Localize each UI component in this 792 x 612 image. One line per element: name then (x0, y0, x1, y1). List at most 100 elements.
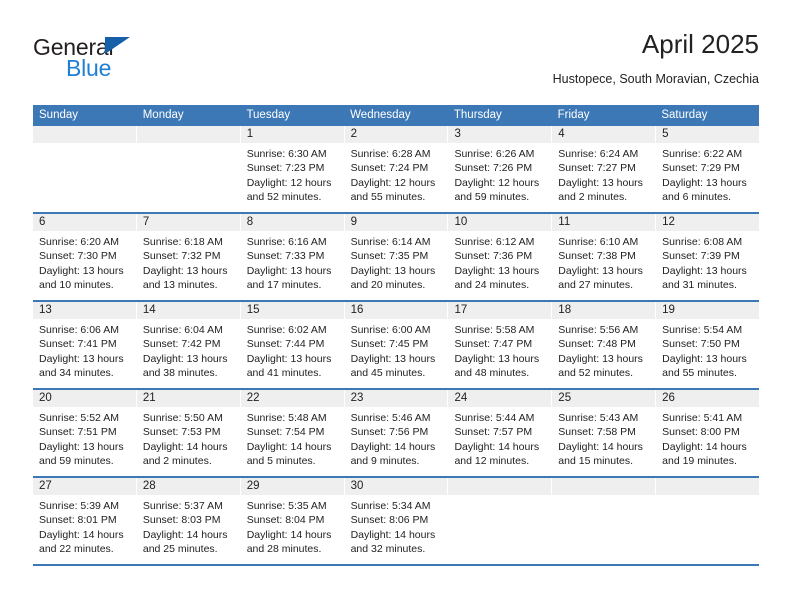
sunset-text: Sunset: 7:58 PM (558, 426, 636, 439)
sunrise-text: Sunrise: 5:41 AM (662, 412, 743, 424)
weekday-header-thursday: Thursday (453, 109, 502, 121)
calendar-day-cell[interactable]: 19 Sunrise: 5:54 AM Sunset: 7:50 PM Dayligh… (656, 302, 760, 388)
sunrise-text: Sunrise: 5:34 AM (350, 500, 431, 512)
calendar-day-cell[interactable]: 25 Sunrise: 5:43 AM Sunset: 7:58 PM Dayligh… (552, 390, 657, 476)
calendar-day-cell[interactable]: 27 Sunrise: 5:39 AM Sunset: 8:01 PM Dayligh… (33, 478, 137, 564)
sunset-text: Sunset: 8:00 PM (662, 426, 740, 439)
sunrise-text: Sunrise: 6:06 AM (39, 324, 119, 336)
calendar-day-cell[interactable]: 9 Sunrise: 6:14 AM Sunset: 7:35 PM Daylight… (344, 214, 449, 300)
daylight-text: Daylight: 14 hours and 5 minutes. (246, 440, 332, 468)
day-number: 21 (136, 390, 240, 407)
day-number: 25 (552, 390, 656, 407)
calendar-day-cell[interactable]: 16 Sunrise: 6:00 AM Sunset: 7:45 PM Dayligh… (344, 302, 449, 388)
day-sun-info: Sunrise: 5:35 AM Sunset: 8:04 PM Daylight:… (241, 495, 344, 557)
calendar-day-cell-empty (448, 478, 553, 564)
calendar-day-cell[interactable]: 22 Sunrise: 5:48 AM Sunset: 7:54 PM Dayligh… (240, 390, 345, 476)
weekday-header-sunday: Sunday (39, 109, 79, 121)
day-number: 12 (656, 214, 760, 231)
calendar-day-cell[interactable]: 29 Sunrise: 5:35 AM Sunset: 8:04 PM Dayligh… (240, 478, 345, 564)
daylight-text: Daylight: 13 hours and 20 minutes. (350, 264, 436, 292)
day-number: 20 (33, 390, 136, 407)
brand-logo[interactable]: General Blue (33, 34, 213, 86)
sunrise-text: Sunrise: 6:16 AM (246, 236, 327, 248)
day-number: 26 (656, 390, 760, 407)
daylight-text: Daylight: 13 hours and 27 minutes. (558, 264, 643, 292)
daylight-text: Daylight: 14 hours and 22 minutes. (39, 528, 124, 556)
calendar-day-cell[interactable]: 1 Sunrise: 6:30 AM Sunset: 7:23 PM Daylight… (240, 126, 345, 212)
daylight-text: Daylight: 13 hours and 48 minutes. (454, 352, 540, 380)
daylight-text: Daylight: 13 hours and 10 minutes. (39, 264, 124, 292)
day-sun-info: Sunrise: 5:34 AM Sunset: 8:06 PM Daylight:… (345, 495, 448, 557)
sunrise-text: Sunrise: 6:30 AM (246, 148, 327, 160)
day-number (136, 126, 240, 143)
page-subtitle: Hustopece, South Moravian, Czechia (552, 72, 759, 86)
day-number: 22 (240, 390, 344, 407)
calendar-day-cell[interactable]: 26 Sunrise: 5:41 AM Sunset: 8:00 PM Dayligh… (656, 390, 760, 476)
daylight-text: Daylight: 13 hours and 31 minutes. (662, 264, 747, 292)
day-number: 1 (240, 126, 344, 143)
calendar-day-cell[interactable]: 24 Sunrise: 5:44 AM Sunset: 7:57 PM Dayligh… (448, 390, 553, 476)
sunrise-text: Sunrise: 5:39 AM (39, 500, 119, 512)
sunset-text: Sunset: 7:24 PM (350, 162, 429, 175)
triangle-icon (105, 37, 130, 54)
sunrise-text: Sunrise: 5:50 AM (142, 412, 223, 424)
calendar-day-cell[interactable]: 10 Sunrise: 6:12 AM Sunset: 7:36 PM Dayligh… (448, 214, 553, 300)
calendar-day-cell[interactable]: 3 Sunrise: 6:26 AM Sunset: 7:26 PM Daylight… (448, 126, 553, 212)
sunset-text: Sunset: 7:44 PM (246, 338, 325, 351)
sunrise-text: Sunrise: 5:58 AM (454, 324, 535, 336)
calendar-day-cell[interactable]: 11 Sunrise: 6:10 AM Sunset: 7:38 PM Dayligh… (552, 214, 657, 300)
day-sun-info: Sunrise: 6:18 AM Sunset: 7:32 PM Daylight:… (137, 231, 240, 293)
sunrise-text: Sunrise: 6:10 AM (558, 236, 639, 248)
daylight-text: Daylight: 14 hours and 25 minutes. (142, 528, 228, 556)
calendar-page: General Blue April 2025 Hustopece, South… (0, 0, 792, 612)
calendar-day-cell[interactable]: 8 Sunrise: 6:16 AM Sunset: 7:33 PM Daylight… (240, 214, 345, 300)
calendar-day-cell[interactable]: 18 Sunrise: 5:56 AM Sunset: 7:48 PM Dayligh… (552, 302, 657, 388)
calendar-day-cell[interactable]: 28 Sunrise: 5:37 AM Sunset: 8:03 PM Dayligh… (136, 478, 241, 564)
calendar-day-cell[interactable]: 20 Sunrise: 5:52 AM Sunset: 7:51 PM Dayligh… (33, 390, 137, 476)
calendar-day-cell[interactable]: 4 Sunrise: 6:24 AM Sunset: 7:27 PM Daylight… (552, 126, 657, 212)
sunrise-text: Sunrise: 6:14 AM (350, 236, 431, 248)
calendar-day-cell[interactable]: 15 Sunrise: 6:02 AM Sunset: 7:44 PM Dayligh… (240, 302, 345, 388)
daylight-text: Daylight: 13 hours and 55 minutes. (662, 352, 747, 380)
sunset-text: Sunset: 7:29 PM (662, 162, 740, 175)
day-sun-info: Sunrise: 5:56 AM Sunset: 7:48 PM Daylight:… (552, 319, 655, 381)
daylight-text: Daylight: 13 hours and 6 minutes. (662, 176, 747, 204)
calendar-day-cell[interactable]: 30 Sunrise: 5:34 AM Sunset: 8:06 PM Dayligh… (344, 478, 449, 564)
day-sun-info: Sunrise: 6:26 AM Sunset: 7:26 PM Daylight:… (448, 143, 551, 205)
calendar-day-cell[interactable]: 14 Sunrise: 6:04 AM Sunset: 7:42 PM Dayligh… (136, 302, 241, 388)
day-number: 18 (552, 302, 656, 319)
weekday-header-monday: Monday (142, 109, 184, 121)
day-sun-info: Sunrise: 6:20 AM Sunset: 7:30 PM Daylight:… (33, 231, 136, 293)
sunset-text: Sunset: 8:06 PM (350, 514, 429, 527)
calendar-day-cell[interactable]: 2 Sunrise: 6:28 AM Sunset: 7:24 PM Daylight… (344, 126, 449, 212)
calendar-week-row: 20 Sunrise: 5:52 AM Sunset: 7:51 PM Dayligh… (33, 390, 760, 478)
weekday-header-tuesday: Tuesday (246, 109, 291, 121)
day-number: 17 (448, 302, 552, 319)
calendar-day-cell[interactable]: 13 Sunrise: 6:06 AM Sunset: 7:41 PM Dayligh… (33, 302, 137, 388)
sunset-text: Sunset: 7:35 PM (350, 250, 429, 263)
sunrise-text: Sunrise: 6:04 AM (142, 324, 223, 336)
day-sun-info: Sunrise: 5:50 AM Sunset: 7:53 PM Daylight:… (137, 407, 240, 469)
calendar-day-cell[interactable]: 5 Sunrise: 6:22 AM Sunset: 7:29 PM Daylight… (656, 126, 760, 212)
day-number: 29 (240, 478, 344, 495)
sunset-text: Sunset: 7:42 PM (142, 338, 221, 351)
sunrise-text: Sunrise: 6:28 AM (350, 148, 431, 160)
calendar-day-cell[interactable]: 21 Sunrise: 5:50 AM Sunset: 7:53 PM Dayligh… (136, 390, 241, 476)
sunrise-text: Sunrise: 5:43 AM (558, 412, 639, 424)
sunset-text: Sunset: 7:57 PM (454, 426, 533, 439)
calendar-day-cell[interactable]: 6 Sunrise: 6:20 AM Sunset: 7:30 PM Daylight… (33, 214, 137, 300)
weekday-header-friday: Friday (557, 109, 590, 121)
day-number: 6 (33, 214, 136, 231)
daylight-text: Daylight: 14 hours and 28 minutes. (246, 528, 332, 556)
calendar-day-cell[interactable]: 23 Sunrise: 5:46 AM Sunset: 7:56 PM Dayligh… (344, 390, 449, 476)
sunrise-text: Sunrise: 5:56 AM (558, 324, 639, 336)
day-number: 9 (344, 214, 448, 231)
calendar-week-row: 13 Sunrise: 6:06 AM Sunset: 7:41 PM Dayligh… (33, 302, 760, 390)
day-number: 8 (240, 214, 344, 231)
calendar-day-cell[interactable]: 7 Sunrise: 6:18 AM Sunset: 7:32 PM Daylight… (136, 214, 241, 300)
calendar-day-cell[interactable]: 17 Sunrise: 5:58 AM Sunset: 7:47 PM Dayligh… (448, 302, 553, 388)
calendar-day-cell-empty (33, 126, 137, 212)
calendar-day-cell[interactable]: 12 Sunrise: 6:08 AM Sunset: 7:39 PM Dayligh… (656, 214, 760, 300)
sunrise-text: Sunrise: 5:37 AM (142, 500, 223, 512)
sunset-text: Sunset: 7:32 PM (142, 250, 221, 263)
